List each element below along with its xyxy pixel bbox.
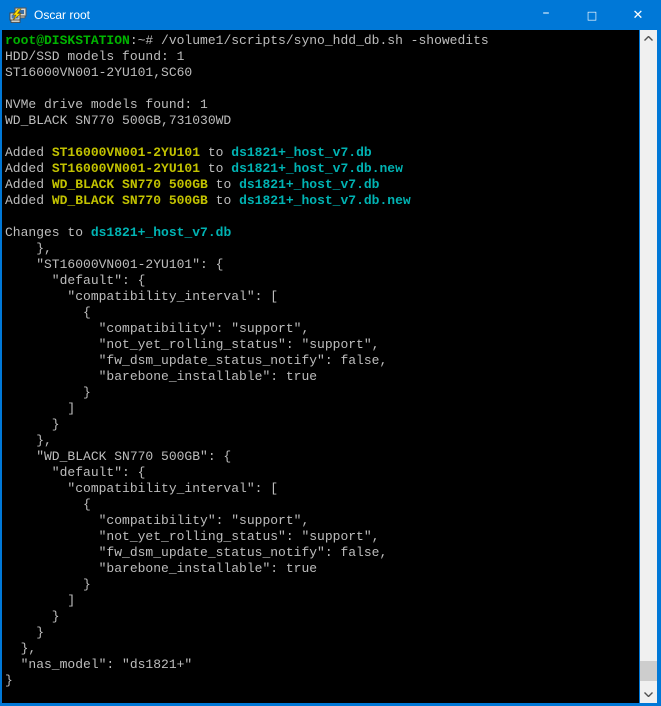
terminal-line: Added WD_BLACK SN770 500GB to ds1821+_ho…	[5, 177, 639, 193]
putty-window: Oscar root – □ ✕ root@DISKSTATION:~# /vo…	[0, 0, 661, 706]
minimize-button[interactable]: –	[523, 0, 569, 30]
terminal-line: "compatibility_interval": [	[5, 481, 639, 497]
terminal-line: }	[5, 673, 639, 689]
terminal-line: "barebone_installable": true	[5, 369, 639, 385]
window-title: Oscar root	[34, 8, 523, 22]
caption-buttons: – □ ✕	[523, 0, 661, 30]
terminal-line: "WD_BLACK SN770 500GB": {	[5, 449, 639, 465]
terminal-line: root@DISKSTATION:~# /volume1/scripts/syn…	[5, 33, 639, 49]
terminal-line: "compatibility_interval": [	[5, 289, 639, 305]
scrollbar-thumb[interactable]	[640, 661, 657, 681]
terminal-line	[5, 129, 639, 145]
terminal-line: "compatibility": "support",	[5, 321, 639, 337]
terminal-line: {	[5, 305, 639, 321]
terminal-line	[5, 81, 639, 97]
terminal-line: },	[5, 433, 639, 449]
terminal-line	[5, 209, 639, 225]
terminal-line: }	[5, 417, 639, 433]
terminal-line: }	[5, 625, 639, 641]
terminal-line: NVMe drive models found: 1	[5, 97, 639, 113]
scroll-up-arrow-icon[interactable]	[640, 30, 657, 47]
terminal-line: },	[5, 241, 639, 257]
terminal-line: ST16000VN001-2YU101,SC60	[5, 65, 639, 81]
putty-icon[interactable]	[9, 7, 27, 23]
terminal-line: ]	[5, 593, 639, 609]
terminal-line: }	[5, 609, 639, 625]
terminal-line: "default": {	[5, 465, 639, 481]
scroll-down-arrow-icon[interactable]	[640, 686, 657, 703]
terminal-screen[interactable]: root@DISKSTATION:~# /volume1/scripts/syn…	[2, 30, 639, 703]
terminal-line: Added WD_BLACK SN770 500GB to ds1821+_ho…	[5, 193, 639, 209]
terminal-line: },	[5, 641, 639, 657]
terminal-line: "not_yet_rolling_status": "support",	[5, 529, 639, 545]
close-button[interactable]: ✕	[615, 0, 661, 30]
terminal-line: "fw_dsm_update_status_notify": false,	[5, 545, 639, 561]
terminal-line: WD_BLACK SN770 500GB,731030WD	[5, 113, 639, 129]
terminal-line: "default": {	[5, 273, 639, 289]
terminal-line: "barebone_installable": true	[5, 561, 639, 577]
terminal-line: "fw_dsm_update_status_notify": false,	[5, 353, 639, 369]
title-bar[interactable]: Oscar root – □ ✕	[0, 0, 661, 30]
terminal-line: HDD/SSD models found: 1	[5, 49, 639, 65]
terminal-line: }	[5, 385, 639, 401]
terminal-line: {	[5, 497, 639, 513]
scrollbar[interactable]	[640, 30, 657, 703]
maximize-button[interactable]: □	[569, 0, 615, 30]
terminal-line: }	[5, 577, 639, 593]
terminal-line: "ST16000VN001-2YU101": {	[5, 257, 639, 273]
terminal-line: "nas_model": "ds1821+"	[5, 657, 639, 673]
terminal-output: root@DISKSTATION:~# /volume1/scripts/syn…	[2, 30, 639, 689]
terminal-line: ]	[5, 401, 639, 417]
terminal-line: "compatibility": "support",	[5, 513, 639, 529]
terminal-line: Changes to ds1821+_host_v7.db	[5, 225, 639, 241]
terminal-line: Added ST16000VN001-2YU101 to ds1821+_hos…	[5, 145, 639, 161]
terminal-line: Added ST16000VN001-2YU101 to ds1821+_hos…	[5, 161, 639, 177]
terminal-line: "not_yet_rolling_status": "support",	[5, 337, 639, 353]
